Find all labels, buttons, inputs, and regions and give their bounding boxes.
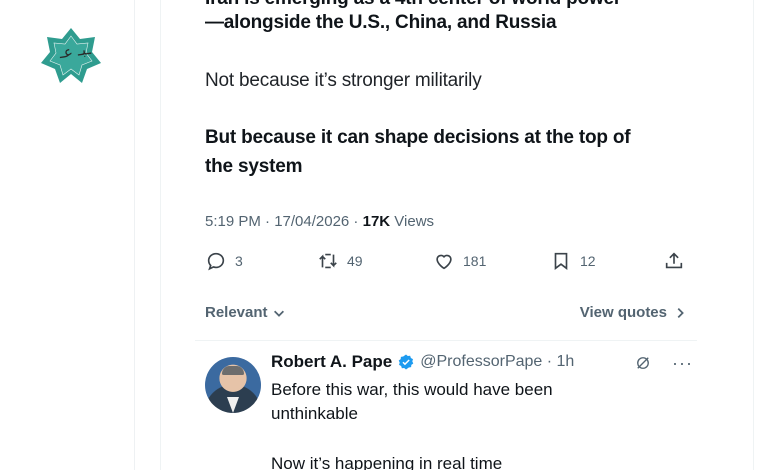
reply-line-3: Now it’s happening in real time — [271, 454, 503, 470]
bookmark-count: 12 — [580, 253, 596, 269]
view-quotes-link[interactable]: View quotes — [580, 304, 687, 321]
like-count: 181 — [463, 253, 487, 269]
share-icon — [665, 252, 683, 269]
relevant-label: Relevant — [205, 304, 268, 321]
view-quotes-label: View quotes — [579, 304, 667, 321]
relevant-dropdown[interactable]: Relevant — [205, 304, 286, 321]
reply-button[interactable]: 3 — [205, 250, 243, 272]
reply-header: Robert A. Pape @ProfessorPape · 1h — [271, 352, 574, 372]
avatar-shirt — [227, 397, 239, 413]
tweet-line-1: Iran is emerging as a 4th center of worl… — [205, 0, 621, 10]
retweet-icon — [319, 253, 337, 269]
reply-icon — [207, 252, 225, 271]
divider — [195, 340, 697, 341]
reply-handle-time[interactable]: @ProfessorPape · 1h — [420, 353, 574, 371]
chevron-down-icon — [273, 310, 284, 317]
bookmark-button[interactable]: 12 — [550, 250, 596, 272]
avatar[interactable] — [205, 357, 261, 413]
reply-count: 3 — [235, 253, 243, 269]
tweet-line-3: Not because it’s stronger militarily — [205, 70, 482, 91]
views-label: Views — [390, 213, 435, 230]
tweet-timestamp[interactable]: 5:19 PM · 17/04/2026 · — [205, 213, 363, 230]
retweet-count: 49 — [347, 253, 363, 269]
sort-row: Relevant View quotes — [205, 304, 687, 326]
tweet-line-2: —alongside the U.S., China, and Russia — [205, 12, 557, 33]
avatar-hair — [222, 366, 244, 375]
reply-line-1: Before this war, this would have been — [271, 380, 553, 399]
tweet-meta: 5:19 PM · 17/04/2026 · 17K Views — [205, 213, 434, 230]
like-button[interactable]: 181 — [433, 250, 486, 272]
verified-badge-icon — [398, 354, 414, 370]
more-options-button[interactable]: ··· — [672, 354, 693, 372]
reply-tweet[interactable]: Robert A. Pape @ProfessorPape · 1h ··· B… — [205, 352, 695, 470]
reply-line-2: unthinkable — [271, 404, 358, 423]
tweet-line-4: But because it can shape decisions at th… — [205, 127, 631, 148]
tweet-actions: 3 49 181 12 — [205, 250, 690, 280]
chevron-right-icon — [677, 307, 684, 318]
bookmark-icon — [554, 252, 568, 270]
left-strip: ـبـ عـ — [0, 0, 135, 470]
heart-icon — [436, 254, 452, 270]
tweet-line-5: the system — [205, 156, 303, 177]
grok-icon[interactable] — [634, 354, 652, 372]
reply-extra: ··· — [634, 354, 693, 372]
views-count: 17K — [362, 213, 391, 230]
reply-author-name[interactable]: Robert A. Pape — [271, 352, 392, 372]
share-button[interactable] — [663, 250, 685, 272]
retweet-button[interactable]: 49 — [317, 250, 363, 272]
